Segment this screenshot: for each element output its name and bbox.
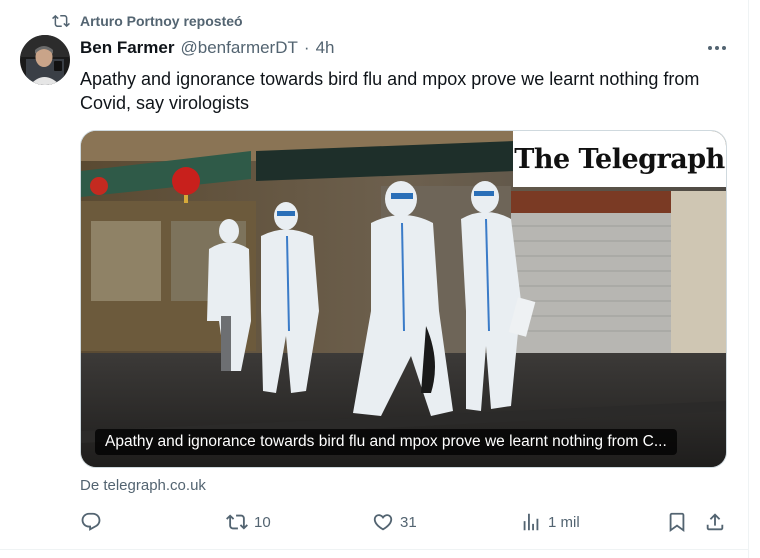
repost-icon [52, 12, 70, 30]
card-caption: Apathy and ignorance towards bird flu an… [95, 429, 677, 455]
repost-label: Arturo Portnoy reposteó [80, 13, 243, 29]
views-button[interactable]: 1 mil [520, 508, 580, 536]
more-options-icon[interactable] [704, 38, 730, 58]
repost-button[interactable]: 10 [226, 508, 271, 536]
card-source-link[interactable]: De telegraph.co.uk [80, 477, 206, 494]
avatar[interactable] [20, 35, 70, 85]
author-name[interactable]: Ben Farmer [80, 38, 174, 58]
like-count: 31 [400, 513, 417, 531]
like-button[interactable]: 31 [372, 508, 417, 536]
post-time[interactable]: 4h [316, 38, 335, 58]
share-button[interactable] [704, 508, 726, 536]
timeline-border [748, 0, 749, 558]
reply-button[interactable] [80, 508, 102, 536]
post-text: Apathy and ignorance towards bird flu an… [80, 69, 700, 113]
link-card-image[interactable]: The Telegraph Apathy and ignorance towar… [80, 130, 727, 468]
author-handle[interactable]: @benfarmerDT [180, 38, 297, 58]
repost-context[interactable]: Arturo Portnoy reposteó [52, 11, 243, 31]
repost-count: 10 [254, 513, 271, 531]
views-icon [520, 511, 542, 533]
action-bar: 10 31 1 mil [80, 508, 730, 536]
post-divider [0, 549, 748, 550]
repost-icon [226, 511, 248, 533]
post-header: Ben Farmer @benfarmerDT · 4h [80, 38, 334, 58]
publisher-logo: The Telegraph [513, 131, 726, 187]
share-icon [704, 511, 726, 533]
heart-icon [372, 511, 394, 533]
header-separator: · [303, 38, 310, 57]
views-count: 1 mil [548, 513, 580, 531]
reply-icon [80, 511, 102, 533]
bookmark-button[interactable] [666, 508, 688, 536]
bookmark-icon [666, 511, 688, 533]
